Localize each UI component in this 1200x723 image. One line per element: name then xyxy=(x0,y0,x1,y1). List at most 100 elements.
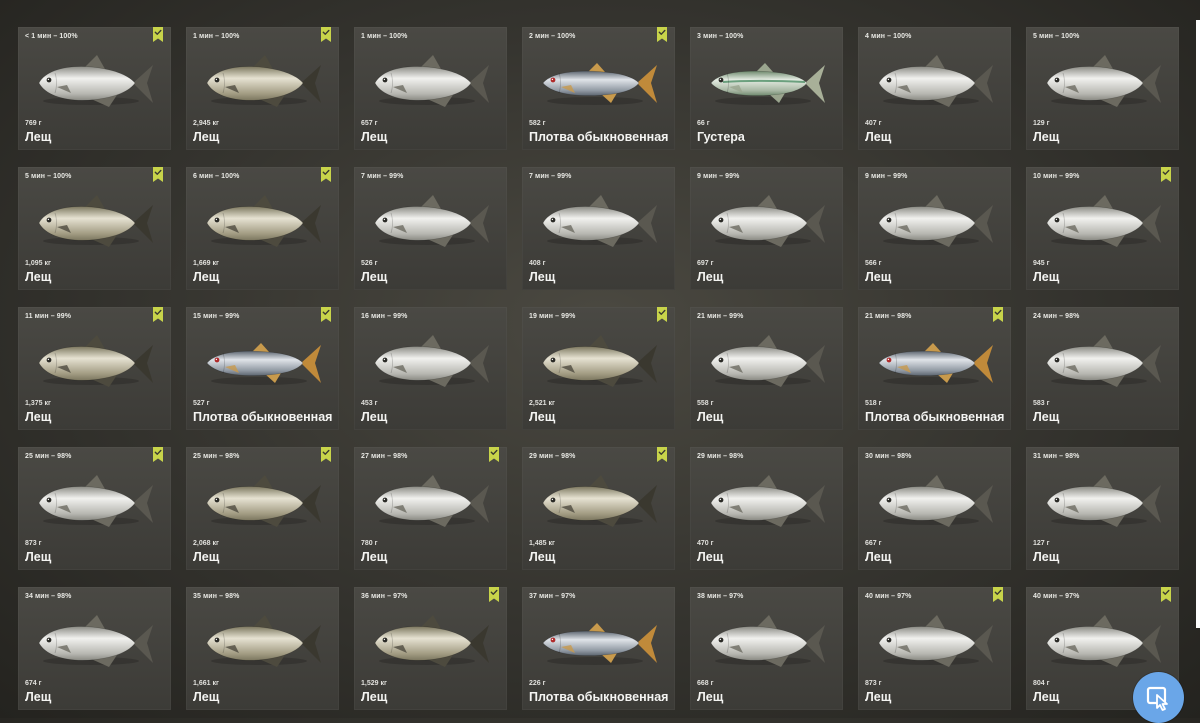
bookmark-check-icon[interactable] xyxy=(321,167,331,182)
fish-species-name: Лещ xyxy=(865,270,892,284)
catch-grid: < 1 мин – 100% 769 г Лещ 1 мин – 100% 2,… xyxy=(18,27,1179,710)
bookmark-check-icon[interactable] xyxy=(1161,587,1171,602)
catch-time-quality: 19 мин – 99% xyxy=(529,313,576,320)
catch-card[interactable]: 21 мин – 98% 518 г Плотва обыкновенная xyxy=(858,307,1011,430)
catch-card[interactable]: 37 мин – 97% 226 г Плотва обыкновенная xyxy=(522,587,675,710)
catch-card[interactable]: 30 мин – 98% 667 г Лещ xyxy=(858,447,1011,570)
catch-card[interactable]: 7 мин – 99% 526 г Лещ xyxy=(354,167,507,290)
catch-card[interactable]: < 1 мин – 100% 769 г Лещ xyxy=(18,27,171,150)
catch-card[interactable]: 27 мин – 98% 780 г Лещ xyxy=(354,447,507,570)
fish-image xyxy=(38,615,153,667)
fish-species-name: Лещ xyxy=(865,690,892,704)
bookmark-check-icon[interactable] xyxy=(153,27,163,42)
catch-card[interactable]: 6 мин – 100% 1,669 кг Лещ xyxy=(186,167,339,290)
bookmark-check-icon[interactable] xyxy=(153,167,163,182)
bookmark-check-icon[interactable] xyxy=(657,27,667,42)
fish-species-name: Лещ xyxy=(25,410,52,424)
catch-card[interactable]: 24 мин – 98% 583 г Лещ xyxy=(1026,307,1179,430)
catch-time-quality: 38 мин – 97% xyxy=(697,593,744,600)
catch-card[interactable]: 40 мин – 97% 873 г Лещ xyxy=(858,587,1011,710)
catch-card[interactable]: 10 мин – 99% 945 г Лещ xyxy=(1026,167,1179,290)
fish-species-name: Лещ xyxy=(361,130,388,144)
catch-weight: 873 г xyxy=(25,540,42,547)
catch-card[interactable]: 16 мин – 99% 453 г Лещ xyxy=(354,307,507,430)
catch-weight: 945 г xyxy=(1033,260,1050,267)
fish-image xyxy=(878,475,993,527)
catch-card[interactable]: 25 мин – 98% 2,068 кг Лещ xyxy=(186,447,339,570)
catch-time-quality: 11 мин – 99% xyxy=(25,313,72,320)
catch-card[interactable]: 5 мин – 100% 1,095 кг Лещ xyxy=(18,167,171,290)
catch-card[interactable]: 19 мин – 99% 2,521 кг Лещ xyxy=(522,307,675,430)
catch-time-quality: 9 мин – 99% xyxy=(865,173,908,180)
catch-card[interactable]: 25 мин – 98% 873 г Лещ xyxy=(18,447,171,570)
fish-species-name: Плотва обыкновенная xyxy=(193,410,333,424)
catch-time-quality: 7 мин – 99% xyxy=(361,173,404,180)
bookmark-check-icon[interactable] xyxy=(1161,167,1171,182)
catch-weight: 129 г xyxy=(1033,120,1050,127)
fish-species-name: Лещ xyxy=(1033,550,1060,564)
catch-card[interactable]: 3 мин – 100% 66 г Густера xyxy=(690,27,843,150)
catch-card[interactable]: 29 мин – 98% 470 г Лещ xyxy=(690,447,843,570)
catch-weight: 226 г xyxy=(529,680,546,687)
catch-card[interactable]: 11 мин – 99% 1,375 кг Лещ xyxy=(18,307,171,430)
fish-image xyxy=(206,475,321,527)
fish-image xyxy=(878,195,993,247)
catch-card[interactable]: 4 мин – 100% 407 г Лещ xyxy=(858,27,1011,150)
bookmark-check-icon[interactable] xyxy=(993,307,1003,322)
cursor-select-icon xyxy=(1146,686,1168,711)
fish-species-name: Лещ xyxy=(529,410,556,424)
fish-image xyxy=(206,195,321,247)
catch-weight: 769 г xyxy=(25,120,42,127)
catch-card[interactable]: 21 мин – 99% 558 г Лещ xyxy=(690,307,843,430)
bookmark-check-icon[interactable] xyxy=(321,447,331,462)
catch-time-quality: 6 мин – 100% xyxy=(193,173,240,180)
bookmark-check-icon[interactable] xyxy=(489,587,499,602)
catch-weight: 1,669 кг xyxy=(193,260,219,267)
catch-weight: 2,521 кг xyxy=(529,400,555,407)
catch-card[interactable]: 9 мин – 99% 566 г Лещ xyxy=(858,167,1011,290)
fish-image xyxy=(1046,195,1161,247)
fish-species-name: Лещ xyxy=(361,550,388,564)
bookmark-check-icon[interactable] xyxy=(489,447,499,462)
fish-species-name: Лещ xyxy=(529,270,556,284)
bookmark-check-icon[interactable] xyxy=(321,307,331,322)
catch-card[interactable]: 2 мин – 100% 582 г Плотва обыкновенная xyxy=(522,27,675,150)
fish-image xyxy=(1046,475,1161,527)
catch-card[interactable]: 29 мин – 98% 1,485 кг Лещ xyxy=(522,447,675,570)
bookmark-check-icon[interactable] xyxy=(153,447,163,462)
bookmark-check-icon[interactable] xyxy=(321,27,331,42)
catch-card[interactable]: 7 мин – 99% 408 г Лещ xyxy=(522,167,675,290)
catch-card[interactable]: 31 мин – 98% 127 г Лещ xyxy=(1026,447,1179,570)
catch-card[interactable]: 1 мин – 100% 2,945 кг Лещ xyxy=(186,27,339,150)
fish-image xyxy=(374,475,489,527)
catch-weight: 453 г xyxy=(361,400,378,407)
fish-species-name: Плотва обыкновенная xyxy=(529,690,669,704)
catch-card[interactable]: 9 мин – 99% 697 г Лещ xyxy=(690,167,843,290)
catch-card[interactable]: 36 мин – 97% 1,529 кг Лещ xyxy=(354,587,507,710)
bookmark-check-icon[interactable] xyxy=(657,447,667,462)
catch-time-quality: 16 мин – 99% xyxy=(361,313,408,320)
bookmark-check-icon[interactable] xyxy=(993,587,1003,602)
catch-weight: 1,375 кг xyxy=(25,400,51,407)
catch-time-quality: 40 мин – 97% xyxy=(865,593,912,600)
catch-weight: 1,095 кг xyxy=(25,260,51,267)
catch-weight: 127 г xyxy=(1033,540,1050,547)
bookmark-check-icon[interactable] xyxy=(153,307,163,322)
catch-card[interactable]: 5 мин – 100% 129 г Лещ xyxy=(1026,27,1179,150)
fish-image xyxy=(878,615,993,667)
catch-card[interactable]: 1 мин – 100% 657 г Лещ xyxy=(354,27,507,150)
catch-weight: 667 г xyxy=(865,540,882,547)
catch-card[interactable]: 34 мин – 98% 674 г Лещ xyxy=(18,587,171,710)
bookmark-check-icon[interactable] xyxy=(657,307,667,322)
fish-image xyxy=(1046,335,1161,387)
catch-time-quality: 1 мин – 100% xyxy=(193,33,240,40)
fish-image xyxy=(878,55,993,107)
catch-card[interactable]: 15 мин – 99% 527 г Плотва обыкновенная xyxy=(186,307,339,430)
cursor-tool-button[interactable] xyxy=(1133,672,1184,723)
catch-card[interactable]: 38 мин – 97% 668 г Лещ xyxy=(690,587,843,710)
catch-time-quality: 29 мин – 98% xyxy=(697,453,744,460)
catch-card[interactable]: 35 мин – 98% 1,661 кг Лещ xyxy=(186,587,339,710)
catch-weight: 873 г xyxy=(865,680,882,687)
fish-species-name: Лещ xyxy=(697,690,724,704)
fish-image xyxy=(710,615,825,667)
